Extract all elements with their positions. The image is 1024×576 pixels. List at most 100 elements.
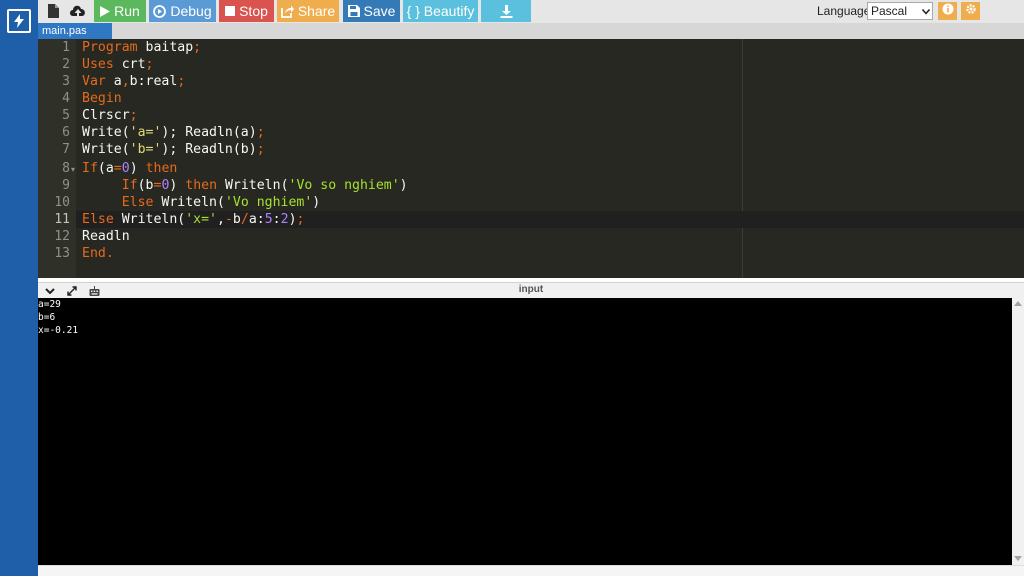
share-button[interactable]: Share [277, 0, 339, 22]
beautify-button[interactable]: { } Beautify [403, 0, 478, 22]
token-identifier: ) [399, 178, 408, 193]
token-identifier: ) [129, 161, 146, 176]
token-punct: ; [177, 74, 186, 89]
token-operator: - [224, 212, 233, 227]
line-number: 10 [54, 195, 70, 210]
stop-button[interactable]: Stop [219, 0, 274, 22]
new-file-button[interactable] [42, 0, 64, 22]
line-number: 1 [62, 40, 70, 55]
code-line: Else Writeln('Vo nghiem') [82, 194, 321, 211]
token-operator: / [240, 212, 249, 227]
line-number: 6 [62, 125, 70, 140]
token-string: 'Vo so nghiem' [288, 178, 400, 193]
token-identifier: b:real [129, 74, 178, 89]
download-icon [500, 4, 513, 18]
code-line: Write('b='); Readln(b); [82, 141, 265, 158]
run-button[interactable]: Run [94, 0, 146, 22]
output-terminal[interactable]: a=29 b=6 x=-0.21 [38, 298, 1012, 565]
token-punct: , [121, 74, 130, 89]
upload-button[interactable] [66, 0, 90, 22]
terminal-scrollbar[interactable] [1012, 298, 1024, 565]
save-icon [347, 5, 360, 17]
token-number: 0 [121, 161, 130, 176]
token-string: 'Vo nghiem' [224, 195, 313, 210]
token-identifier: Writeln( [113, 212, 186, 227]
token-identifier: Readln [82, 229, 130, 244]
fold-toggle-icon[interactable]: ▾ [71, 165, 75, 174]
terminal-line: a=29 [38, 299, 61, 310]
token-punct: . [105, 246, 114, 261]
language-select[interactable]: Pascal [867, 2, 933, 20]
token-keyword: Else [121, 195, 154, 210]
token-identifier: a [105, 74, 122, 89]
token-identifier: Write( [82, 142, 130, 157]
token-keyword: Begin [82, 91, 122, 106]
token-number: 2 [280, 212, 289, 227]
stop-label: Stop [239, 3, 268, 19]
scroll-up-icon[interactable] [1014, 301, 1022, 306]
code-line: Program baitap; [82, 39, 201, 56]
token-keyword: then [185, 178, 218, 193]
token-keyword: Program [82, 40, 138, 55]
code-line: Readln [82, 228, 130, 245]
code-line: Else Writeln('x=',-b/a:5:2); [82, 211, 304, 228]
token-identifier: Clrscr [82, 108, 130, 123]
scroll-down-icon[interactable] [1014, 556, 1022, 561]
token-keyword: then [145, 161, 178, 176]
code-line: End. [82, 245, 114, 262]
debug-icon [153, 4, 167, 18]
code-editor[interactable]: 1 2 3 4 5 6 7 8 9 10 11 12 13 ▾ Program … [38, 39, 1024, 278]
settings-button[interactable] [961, 2, 980, 20]
token-punct: ; [193, 40, 202, 55]
token-identifier: a: [248, 212, 265, 227]
upload-icon [69, 4, 87, 18]
bolt-icon[interactable] [7, 9, 31, 33]
file-tab-strip: main.pas [38, 23, 1024, 39]
token-identifier: Writeln( [217, 178, 289, 193]
save-label: Save [363, 3, 396, 19]
line-number: 13 [54, 246, 70, 261]
token-punct: ; [129, 108, 138, 123]
line-number: 2 [62, 57, 70, 72]
token-identifier: ) [169, 178, 186, 193]
sidebar [0, 0, 38, 576]
code-line: Begin [82, 90, 122, 107]
line-number: 8 [62, 161, 70, 176]
token-identifier: (b [137, 178, 154, 193]
play-icon [100, 5, 111, 17]
token-identifier: , [217, 212, 225, 227]
code-line: If(b=0) then Writeln('Vo so nghiem') [82, 177, 408, 194]
token-identifier: : [272, 212, 281, 227]
chevron-down-icon [921, 4, 931, 18]
token-punct: ; [145, 57, 154, 72]
code-line: Write('a='); Readln(a); [82, 124, 265, 141]
token-identifier: Readln(a) [185, 125, 257, 140]
token-keyword: If [121, 178, 138, 193]
token-identifier: ) [288, 212, 297, 227]
token-identifier: Writeln( [153, 195, 225, 210]
line-number: 9 [62, 178, 70, 193]
download-button[interactable] [481, 0, 531, 22]
token-identifier: crt [113, 57, 146, 72]
beautify-label: { } Beautify [406, 3, 475, 19]
input-panel-header: input [38, 282, 1024, 298]
token-keyword: Else [82, 212, 114, 227]
token-string: 'b=' [129, 142, 162, 157]
token-string: 'x=' [185, 212, 217, 227]
line-number: 11 [54, 212, 70, 227]
input-panel-title: input [518, 284, 544, 295]
info-button[interactable] [938, 2, 957, 20]
token-identifier: b [232, 212, 241, 227]
save-button[interactable]: Save [343, 0, 400, 22]
code-line: If(a=0) then [82, 160, 177, 177]
tab-main-pas[interactable]: main.pas [38, 23, 112, 39]
info-icon [942, 2, 954, 20]
new-file-icon [47, 4, 59, 18]
token-identifier: (a [97, 161, 114, 176]
token-identifier: Write( [82, 125, 130, 140]
line-number: 5 [62, 108, 70, 123]
debug-button[interactable]: Debug [149, 0, 216, 22]
token-punct: ; [296, 212, 305, 227]
